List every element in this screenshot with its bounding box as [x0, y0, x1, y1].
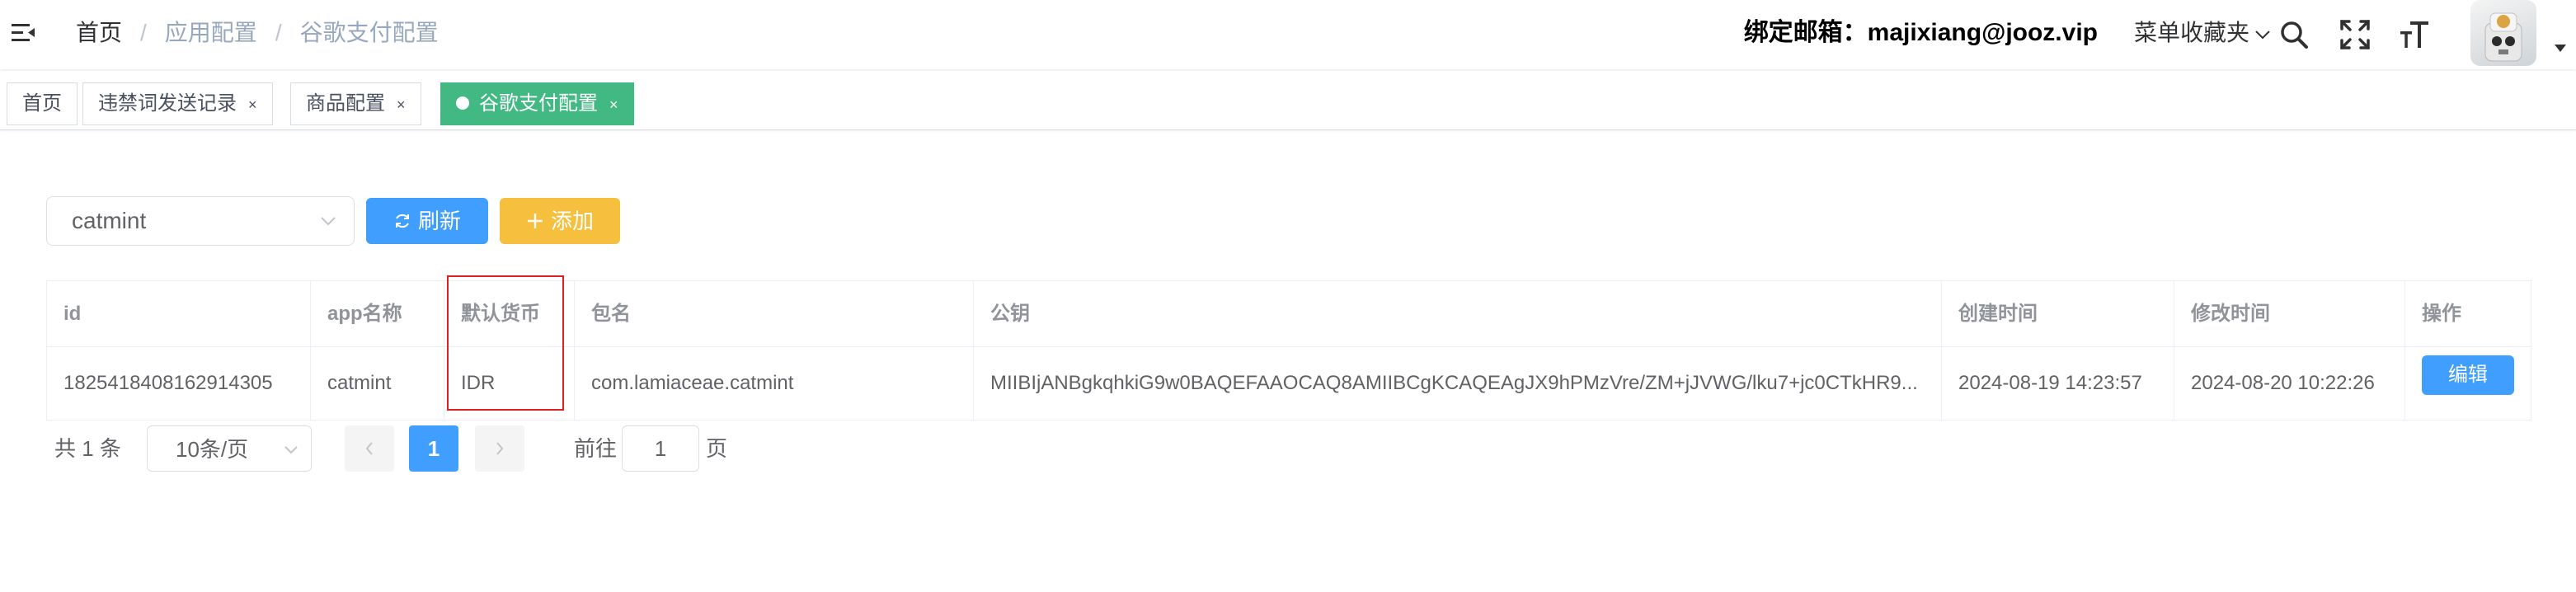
- column-header-actions: 操作: [2405, 281, 2531, 347]
- cell-created-time: 2024-08-19 14:23:57: [1942, 347, 2174, 420]
- breadcrumb-item-home[interactable]: 首页: [76, 20, 122, 45]
- add-button[interactable]: 添加: [500, 198, 620, 244]
- hamburger-icon[interactable]: [10, 20, 36, 46]
- app-select[interactable]: catmint: [46, 196, 355, 246]
- breadcrumb-separator: /: [275, 20, 282, 45]
- search-icon[interactable]: [2278, 18, 2310, 51]
- refresh-icon: [395, 214, 409, 228]
- chevron-down-icon: [2255, 30, 2270, 40]
- tag-home[interactable]: 首页: [7, 82, 78, 125]
- caret-down-icon[interactable]: [2555, 45, 2566, 52]
- active-dot-icon: [456, 96, 469, 110]
- chevron-down-icon: [321, 217, 336, 226]
- page-unit-label: 页: [706, 436, 728, 461]
- favorites-menu[interactable]: 菜单收藏夹: [2134, 18, 2271, 48]
- breadcrumb-item-google-pay: 谷歌支付配置: [299, 20, 439, 45]
- page-size-value: 10条/页: [176, 437, 249, 462]
- tag-label: 谷歌支付配置: [479, 92, 598, 115]
- header-right-menu: 绑定邮箱：majixiang@jooz.vip 菜单收藏夹: [1586, 0, 2576, 69]
- chevron-down-icon: [284, 446, 298, 454]
- chevron-left-icon: [365, 442, 373, 455]
- plus-icon: [527, 214, 543, 229]
- column-header-package-name: 包名: [575, 281, 974, 347]
- column-header-modified-time: 修改时间: [2174, 281, 2405, 347]
- goto-label: 前往: [574, 436, 618, 461]
- page-size-select[interactable]: 10条/页: [147, 425, 312, 472]
- app-select-value: catmint: [72, 208, 147, 233]
- avatar[interactable]: [2470, 0, 2536, 66]
- column-header-created-time: 创建时间: [1942, 281, 2174, 347]
- edit-button[interactable]: 编辑: [2422, 355, 2514, 395]
- bind-email-text: 绑定邮箱：majixiang@jooz.vip: [1743, 19, 2098, 46]
- pagination-total: 共 1 条: [54, 436, 121, 461]
- breadcrumb-separator: /: [140, 20, 147, 45]
- cell-modified-time: 2024-08-20 10:22:26: [2174, 347, 2405, 420]
- add-button-label: 添加: [550, 209, 594, 233]
- highlight-box: [447, 275, 564, 411]
- chevron-right-icon: [496, 442, 504, 455]
- tag-banned-words-log[interactable]: 违禁词发送记录 ×: [82, 82, 273, 125]
- page-number-1[interactable]: 1: [409, 425, 458, 472]
- prev-page-button[interactable]: [345, 425, 394, 472]
- breadcrumb: 首页 / 应用配置 / 谷歌支付配置: [76, 18, 439, 48]
- tag-product-config[interactable]: 商品配置 ×: [290, 82, 421, 125]
- navbar: 首页 / 应用配置 / 谷歌支付配置 绑定邮箱：majixiang@jooz.vip 菜…: [0, 0, 2576, 69]
- column-header-id: id: [47, 281, 311, 347]
- column-header-public-key: 公钥: [974, 281, 1942, 347]
- tag-label: 首页: [22, 92, 62, 115]
- close-icon[interactable]: ×: [248, 96, 257, 113]
- cell-id: 1825418408162914305: [47, 347, 311, 420]
- column-header-app-name: app名称: [311, 281, 444, 347]
- refresh-button[interactable]: 刷新: [366, 198, 488, 244]
- avatar-image: [2484, 12, 2522, 62]
- font-size-icon[interactable]: [2398, 18, 2431, 51]
- tag-label: 违禁词发送记录: [98, 92, 237, 115]
- tag-label: 商品配置: [306, 92, 385, 115]
- tags-view: 首页 违禁词发送记录 × 商品配置 × 谷歌支付配置 ×: [0, 71, 2576, 130]
- breadcrumb-item-app-config[interactable]: 应用配置: [165, 20, 257, 45]
- refresh-button-label: 刷新: [417, 209, 461, 233]
- close-icon[interactable]: ×: [609, 96, 618, 113]
- favorites-menu-label: 菜单收藏夹: [2133, 20, 2249, 45]
- cell-public-key: MIIBIjANBgkqhkiG9w0BAQEFAAOCAQ8AMIIBCgKC…: [974, 347, 1942, 420]
- fullscreen-icon[interactable]: [2339, 18, 2372, 51]
- google-pay-config-table: id app名称 默认货币 包名 公钥 创建时间 修改时间 操作 1825418…: [46, 280, 2531, 421]
- cell-actions: 编辑: [2405, 347, 2531, 420]
- cell-package-name: com.lamiaceae.catmint: [575, 347, 974, 420]
- next-page-button[interactable]: [475, 425, 524, 472]
- goto-page-input[interactable]: [622, 425, 699, 472]
- cell-app-name: catmint: [311, 347, 444, 420]
- tag-google-pay-config[interactable]: 谷歌支付配置 ×: [440, 82, 634, 125]
- close-icon[interactable]: ×: [397, 96, 406, 113]
